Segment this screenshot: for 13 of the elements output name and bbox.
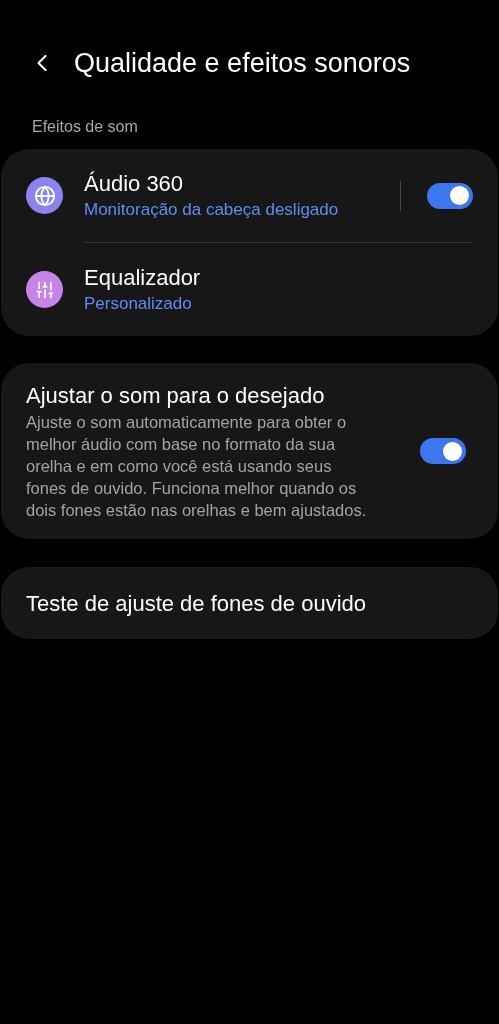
item-title: Ajustar o som para o desejado	[26, 382, 325, 410]
toggle-switch[interactable]	[427, 182, 473, 209]
fit-test-item[interactable]: Teste de ajuste de fones de ouvido	[1, 567, 498, 639]
section-label: Efeitos de som	[31, 117, 138, 137]
item-description: Ajuste o som automaticamente para obter o melhor áudio com base no formato da sua orelha e em como você está usando seus fones de ouvido. Funciona melhor quando os dois fones estão nas orelhas e bem ajustados.	[26, 412, 368, 521]
settings-item[interactable]: Equalizador Personalizado	[26, 243, 473, 336]
item-title: Áudio 360	[84, 169, 184, 198]
page-title: Qualidade e efeitos sonoros	[74, 46, 411, 80]
item-subtitle: Personalizado	[84, 292, 192, 315]
settings-item[interactable]: Áudio 360 Monitoração da cabeça desligado	[26, 149, 473, 242]
toggle-switch[interactable]	[420, 438, 466, 464]
item-title: Equalizador	[84, 263, 201, 292]
item-subtitle: Monitoração da cabeça desligado	[84, 198, 339, 221]
